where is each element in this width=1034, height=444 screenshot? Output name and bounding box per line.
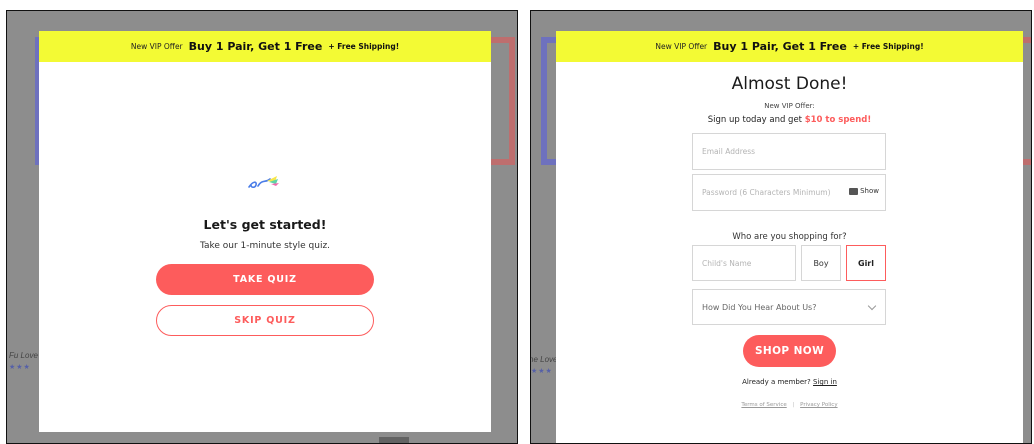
child-name-placeholder: Child's Name (702, 258, 752, 268)
banner-shipping: + Free Shipping! (328, 42, 400, 51)
terms-link[interactable]: Terms of Service (741, 402, 786, 408)
promo-banner: New VIP Offer Buy 1 Pair, Get 1 Free + F… (556, 31, 1023, 62)
privacy-link[interactable]: Privacy Policy (800, 402, 837, 408)
quiz-title: Let's get started! (203, 217, 327, 232)
signup-highlight: $10 to spend! (804, 115, 872, 125)
password-placeholder: Password (6 Characters Minimum) (702, 188, 831, 197)
background-product-name: Fu Love (9, 351, 38, 360)
banner-offer: Buy 1 Pair, Get 1 Free (188, 40, 323, 53)
who-shopping-question: Who are you shopping for? (732, 232, 847, 242)
background-product (379, 437, 409, 443)
password-field[interactable]: Password (6 Characters Minimum) Show (692, 174, 886, 211)
legal-links: Terms of Service | Privacy Policy (556, 402, 1023, 408)
signup-offer-text: Sign up today and get $10 to spend! (556, 115, 1023, 125)
banner-offer: Buy 1 Pair, Get 1 Free (713, 40, 847, 53)
legal-separator: | (792, 402, 795, 408)
signup-text: Sign up today and get (707, 115, 803, 125)
promo-banner: New VIP Offer Buy 1 Pair, Get 1 Free + F… (39, 31, 491, 62)
show-password-icon (849, 187, 859, 195)
pencil-swoosh-logo-icon (247, 173, 283, 193)
quiz-modal: New VIP Offer Buy 1 Pair, Get 1 Free + F… (39, 31, 491, 432)
background-rating-stars: ★★★ (9, 364, 31, 371)
vip-offer-label: New VIP Offer: (764, 102, 815, 110)
banner-prefix: New VIP Offer (130, 42, 183, 51)
signup-modal: New VIP Offer Buy 1 Pair, Get 1 Free + F… (556, 31, 1023, 443)
show-password-toggle[interactable]: Show (849, 187, 879, 195)
background-product-name: ne Love (530, 355, 558, 364)
hear-about-us-select[interactable]: How Did You Hear About Us? (692, 289, 886, 325)
boy-button[interactable]: Boy (801, 245, 841, 281)
girl-button[interactable]: Girl (846, 245, 886, 281)
member-text: Already a member? (742, 378, 811, 386)
signup-screenshot: ne Love ★★★ New VIP Offer Buy 1 Pair, Ge… (530, 10, 1032, 444)
member-prompt: Already a member? Sign in (556, 378, 1023, 386)
skip-quiz-button[interactable]: SKIP QUIZ (156, 305, 374, 336)
quiz-screenshot: Fu Love ★★★ New VIP Offer Buy 1 Pair, Ge… (6, 10, 518, 444)
email-placeholder: Email Address (702, 147, 756, 156)
background-rating-stars: ★★★ (531, 368, 553, 375)
take-quiz-button[interactable]: TAKE QUIZ (156, 264, 374, 295)
chevron-down-icon (867, 301, 877, 310)
sign-in-link[interactable]: Sign in (813, 378, 837, 386)
quiz-subtitle: Take our 1-minute style quiz. (199, 241, 331, 251)
banner-shipping: + Free Shipping! (852, 42, 924, 51)
email-field[interactable]: Email Address (692, 133, 886, 170)
banner-prefix: New VIP Offer (655, 42, 708, 51)
child-name-field[interactable]: Child's Name (692, 245, 796, 281)
show-label: Show (860, 187, 879, 195)
shop-now-button[interactable]: SHOP NOW (743, 335, 836, 367)
hear-about-us-value: How Did You Hear About Us? (702, 302, 817, 312)
signup-title: Almost Done! (731, 74, 848, 94)
